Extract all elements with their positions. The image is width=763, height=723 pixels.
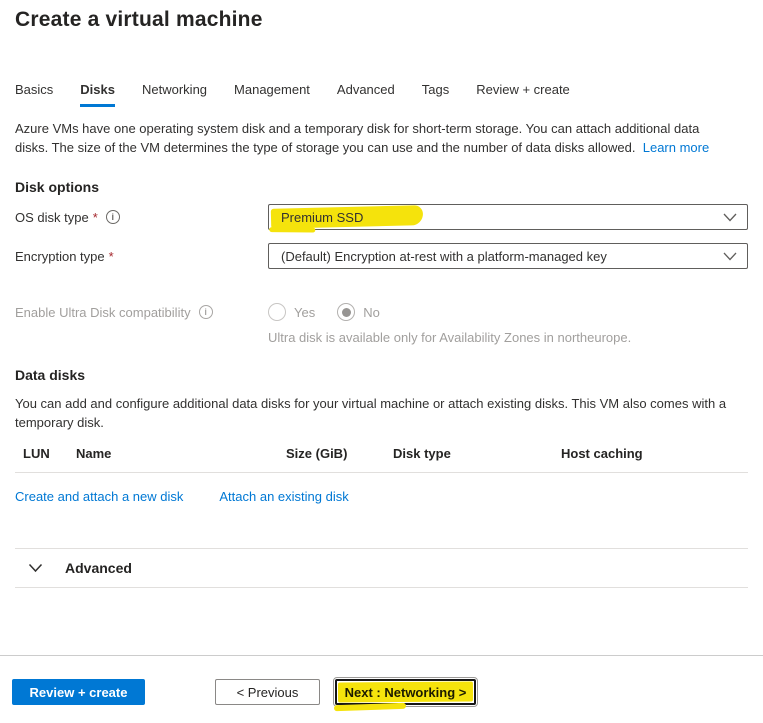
chevron-down-icon — [723, 213, 737, 222]
tab-management[interactable]: Management — [234, 82, 310, 104]
data-disk-actions: Create and attach a new disk Attach an e… — [15, 489, 748, 504]
previous-button[interactable]: < Previous — [215, 679, 320, 705]
encryption-type-label: Encryption type * — [15, 249, 268, 264]
yellow-highlight-annotation — [334, 703, 406, 712]
ultra-disk-radio-group: Yes No — [268, 303, 380, 321]
column-header-lun: LUN — [23, 446, 76, 461]
column-header-name: Name — [76, 446, 286, 461]
wizard-footer: Review + create < Previous Next : Networ… — [0, 655, 763, 705]
data-disks-table: LUN Name Size (GiB) Disk type Host cachi… — [15, 439, 748, 473]
page-title: Create a virtual machine — [15, 8, 748, 32]
os-disk-type-row: OS disk type * i Premium SSD — [15, 204, 748, 230]
info-icon[interactable]: i — [106, 210, 120, 224]
ultra-disk-radio-no[interactable]: No — [337, 303, 380, 321]
next-networking-button[interactable]: Next : Networking > — [335, 679, 476, 705]
create-attach-new-disk-link[interactable]: Create and attach a new disk — [15, 489, 183, 504]
intro-body: Azure VMs have one operating system disk… — [15, 121, 699, 155]
data-disks-table-header: LUN Name Size (GiB) Disk type Host cachi… — [15, 439, 748, 473]
tab-tags[interactable]: Tags — [422, 82, 449, 104]
review-create-button[interactable]: Review + create — [12, 679, 145, 705]
tab-disks[interactable]: Disks — [80, 82, 115, 107]
advanced-expander-label: Advanced — [65, 560, 132, 576]
data-disks-description: You can add and configure additional dat… — [15, 394, 748, 432]
os-disk-type-value: Premium SSD — [281, 210, 363, 225]
tab-networking[interactable]: Networking — [142, 82, 207, 104]
column-header-disk-type: Disk type — [393, 446, 561, 461]
attach-existing-disk-link[interactable]: Attach an existing disk — [219, 489, 348, 504]
learn-more-link[interactable]: Learn more — [643, 140, 709, 155]
required-asterisk: * — [109, 249, 114, 264]
chevron-down-icon — [28, 563, 43, 573]
data-disks-heading: Data disks — [15, 367, 748, 383]
advanced-expander[interactable]: Advanced — [15, 548, 748, 588]
ultra-disk-label: Enable Ultra Disk compatibility i — [15, 305, 268, 320]
wizard-tabs: Basics Disks Networking Management Advan… — [15, 82, 748, 107]
ultra-disk-note: Ultra disk is available only for Availab… — [268, 330, 748, 345]
radio-circle-icon — [337, 303, 355, 321]
encryption-type-dropdown[interactable]: (Default) Encryption at-rest with a plat… — [268, 243, 748, 269]
tab-advanced[interactable]: Advanced — [337, 82, 395, 104]
tab-basics[interactable]: Basics — [15, 82, 53, 104]
radio-circle-icon — [268, 303, 286, 321]
encryption-type-value: (Default) Encryption at-rest with a plat… — [281, 249, 607, 264]
encryption-type-row: Encryption type * (Default) Encryption a… — [15, 243, 748, 269]
ultra-disk-radio-yes[interactable]: Yes — [268, 303, 315, 321]
required-asterisk: * — [93, 210, 98, 225]
tab-review-create[interactable]: Review + create — [476, 82, 570, 104]
ultra-disk-row: Enable Ultra Disk compatibility i Yes No — [15, 303, 748, 321]
os-disk-type-dropdown[interactable]: Premium SSD — [268, 204, 748, 230]
os-disk-type-label: OS disk type * i — [15, 210, 268, 225]
disks-intro-text: Azure VMs have one operating system disk… — [15, 119, 715, 157]
create-vm-page: Create a virtual machine Basics Disks Ne… — [0, 0, 763, 723]
chevron-down-icon — [723, 252, 737, 261]
column-header-host-caching: Host caching — [561, 446, 748, 461]
column-header-size: Size (GiB) — [286, 446, 393, 461]
disk-options-heading: Disk options — [15, 179, 748, 195]
info-icon[interactable]: i — [199, 305, 213, 319]
